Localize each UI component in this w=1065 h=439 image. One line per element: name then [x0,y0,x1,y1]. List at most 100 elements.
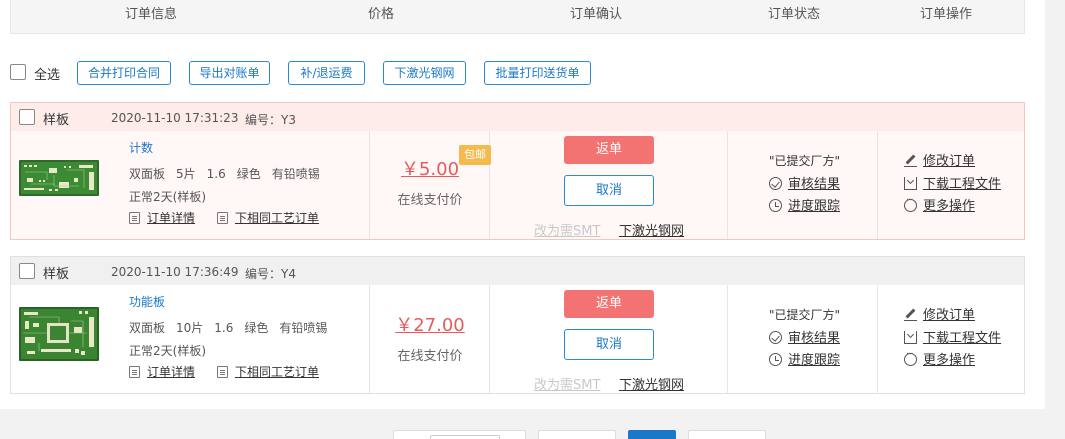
clock-icon [769,353,782,366]
order-card: 样板 2020-11-10 17:31:23 编号：Y3 计数 双面板 5片 1… [10,102,1025,240]
cancel-order-button[interactable]: 取消 [564,175,654,206]
divider [877,131,878,239]
divider [369,285,370,393]
spec-color: 绿色 [236,167,261,181]
download-files-label: 下载工程文件 [923,331,1002,346]
order-header: 样板 2020-11-10 17:31:23 编号：Y3 [11,103,1024,131]
spec-quantity: 10片 [176,321,204,335]
free-shipping-badge: 包邮 [459,145,491,165]
change-to-smt-link[interactable]: 改为需SMT [534,374,600,393]
edit-order-label: 修改订单 [923,154,976,169]
header-order-info: 订单信息 [124,7,177,22]
pagination-prev[interactable] [393,430,526,439]
change-to-smt-link[interactable]: 改为需SMT [534,220,600,239]
download-files-label: 下载工程文件 [923,177,1002,192]
order-detail-label: 订单详情 [147,211,196,225]
download-files-link[interactable]: 下载工程文件 [904,173,1001,192]
shipping-fee-button[interactable]: 补/退运费 [288,61,365,85]
price-label: 在线支付价 [397,349,463,364]
order-checkbox[interactable] [19,109,35,125]
spec-quantity: 5片 [176,167,196,181]
order-type: 样板 [43,113,70,128]
order-detail-link[interactable]: 订单详情 [129,209,195,226]
pcb-thumbnail[interactable] [19,160,99,196]
return-order-button[interactable]: 返单 [564,290,654,318]
document-icon [129,212,140,224]
product-spec: 双面板 5片 1.6 绿色 有铅喷锡 [129,165,331,182]
order-checkbox[interactable] [19,263,35,279]
same-process-order-link[interactable]: 下相同工艺订单 [217,209,319,226]
more-icon [904,195,917,212]
spec-layer: 双面板 [129,167,166,181]
edit-order-link[interactable]: 修改订单 [904,150,975,169]
more-actions-link[interactable]: 更多操作 [904,349,975,368]
more-actions-link[interactable]: 更多操作 [904,195,975,214]
progress-track-link[interactable]: 进度跟踪 [769,195,840,214]
copy-document-icon [217,366,228,378]
pagination-next[interactable] [688,430,766,439]
divider [369,131,370,239]
pcb-thumbnail[interactable] [19,307,99,361]
edit-order-label: 修改订单 [923,308,976,323]
progress-track-label: 进度跟踪 [788,353,841,368]
select-all-label[interactable]: 全选 [34,64,60,83]
download-files-link[interactable]: 下载工程文件 [904,327,1001,346]
price-amount[interactable]: ￥27.00 [371,311,489,337]
download-icon [904,331,917,344]
laser-stencil-button[interactable]: 下激光钢网 [383,61,466,85]
order-stencil-link[interactable]: 下激光钢网 [619,220,684,239]
spec-thickness: 1.6 [206,167,226,181]
page-input[interactable] [430,435,500,439]
review-result-link[interactable]: 审核结果 [769,173,840,192]
spec-color: 绿色 [244,321,269,335]
order-type: 样板 [43,267,70,282]
more-actions-label: 更多操作 [923,199,976,214]
more-icon [904,349,917,366]
product-name-link[interactable]: 功能板 [129,293,165,310]
same-process-label: 下相同工艺订单 [235,365,320,379]
same-process-label: 下相同工艺订单 [235,211,320,225]
pencil-icon [904,308,917,321]
status-text: "已提交厂方" [769,154,841,168]
export-statement-button[interactable]: 导出对账单 [189,61,270,85]
merge-print-contract-button[interactable]: 合并打印合同 [77,61,171,85]
review-result-link[interactable]: 审核结果 [769,327,840,346]
header-price: 价格 [367,7,394,22]
clock-icon [769,199,782,212]
price-label: 在线支付价 [397,193,463,208]
document-icon [129,366,140,378]
order-time: 2020-11-10 17:36:49 [111,265,239,279]
check-circle-icon [769,177,782,190]
divider [877,285,878,393]
batch-print-delivery-button[interactable]: 批量打印送货单 [484,61,591,85]
edit-order-link[interactable]: 修改订单 [904,304,975,323]
return-order-button[interactable]: 返单 [564,136,654,164]
order-detail-label: 订单详情 [147,365,196,379]
product-spec: 双面板 10片 1.6 绿色 有铅喷锡 [129,319,338,336]
spec-surface: 有铅喷锡 [279,321,328,335]
header-order-actions: 订单操作 [919,7,972,22]
spec-thickness: 1.6 [214,321,234,335]
order-stencil-link[interactable]: 下激光钢网 [619,374,684,393]
select-all-checkbox[interactable] [10,64,26,80]
divider [727,285,728,393]
delivery-time: 正常2天(样板) [129,344,206,358]
review-result-label: 审核结果 [788,177,841,192]
cancel-order-button[interactable]: 取消 [564,329,654,360]
pencil-icon [904,154,917,167]
review-result-label: 审核结果 [788,331,841,346]
order-serial: 编号：Y4 [245,267,296,281]
order-detail-link[interactable]: 订单详情 [129,363,195,380]
order-time: 2020-11-10 17:31:23 [111,111,239,125]
order-serial: 编号：Y3 [245,113,296,127]
pagination-page[interactable] [538,430,616,439]
pagination-current-page[interactable] [628,430,676,439]
same-process-order-link[interactable]: 下相同工艺订单 [217,363,319,380]
delivery-time: 正常2天(样板) [129,190,206,204]
product-name-link[interactable]: 计数 [129,139,153,156]
status-text: "已提交厂方" [769,308,841,322]
progress-track-link[interactable]: 进度跟踪 [769,349,840,368]
spec-surface: 有铅喷锡 [271,167,320,181]
table-header: 订单信息 价格 订单确认 订单状态 订单操作 [10,0,1025,34]
order-header: 样板 2020-11-10 17:36:49 编号：Y4 [11,257,1024,285]
